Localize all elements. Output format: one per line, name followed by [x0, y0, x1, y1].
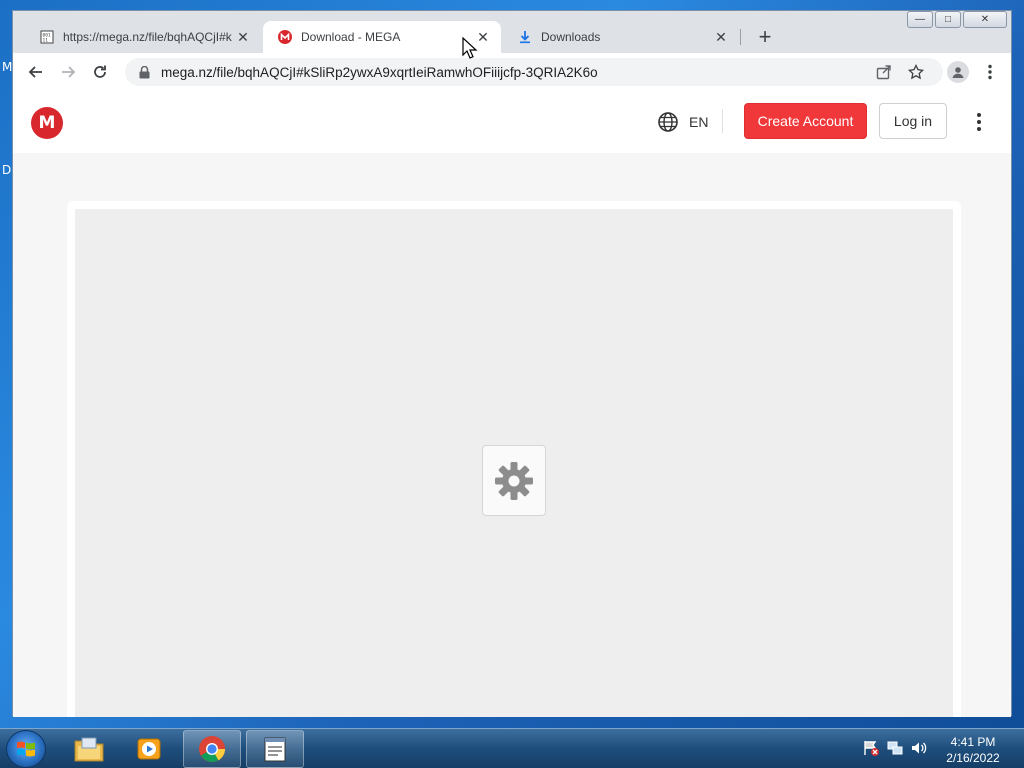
person-icon: [952, 67, 964, 78]
reload-button[interactable]: [88, 60, 112, 84]
header-divider: [722, 109, 723, 133]
new-tab-button[interactable]: +: [753, 24, 777, 49]
reload-icon: [94, 65, 106, 78]
start-button[interactable]: [6, 730, 46, 768]
page-icon: 001 11: [39, 29, 55, 45]
login-button[interactable]: Log in: [879, 103, 947, 139]
tab-downloads[interactable]: Downloads ✕: [503, 21, 739, 53]
tab-strip: 001 11 https://mega.nz/file/bqhAQCjI#k ✕ …: [13, 11, 1011, 53]
forward-button[interactable]: [56, 60, 80, 84]
web-page: M EN Create Account Log in: [13, 91, 1011, 717]
taskbar-media-player[interactable]: [120, 730, 178, 768]
create-account-button[interactable]: Create Account: [744, 103, 867, 139]
back-button[interactable]: [24, 60, 48, 84]
desktop-icon-label: M: [2, 60, 13, 74]
browser-window: 001 11 https://mega.nz/file/bqhAQCjI#k ✕ …: [12, 10, 1012, 717]
file-preview-card: [67, 201, 961, 717]
file-preview-area: [75, 209, 953, 717]
tab-mega-url[interactable]: 001 11 https://mega.nz/file/bqhAQCjI#k ✕: [25, 21, 261, 53]
taskbar-notepad[interactable]: [246, 730, 304, 768]
clock-time: 4:41 PM: [950, 735, 996, 749]
folder-icon: [74, 737, 104, 762]
close-window-button[interactable]: ✕: [963, 11, 1007, 28]
network-icon[interactable]: [886, 739, 904, 757]
vertical-dots-icon: [988, 64, 992, 80]
arrow-right-icon: [62, 66, 76, 78]
browser-toolbar: mega.nz/file/bqhAQCjI#kSliRp2ywxA9xqrtIe…: [13, 53, 1011, 91]
taskbar-explorer[interactable]: [60, 730, 118, 768]
media-player-icon: [137, 738, 161, 760]
window-controls: — □ ✕: [907, 11, 1007, 28]
action-center-flag-icon[interactable]: [862, 739, 880, 757]
volume-icon[interactable]: [910, 739, 928, 757]
taskbar-chrome[interactable]: [183, 730, 241, 768]
loading-indicator: [482, 445, 546, 516]
lock-icon[interactable]: [137, 65, 151, 79]
tab-title: https://mega.nz/file/bqhAQCjI#k: [63, 30, 232, 44]
tab-close-button[interactable]: ✕: [235, 29, 251, 45]
mega-logo[interactable]: M: [31, 107, 63, 139]
mega-icon: [277, 29, 293, 45]
site-menu-button[interactable]: [969, 109, 989, 135]
profile-avatar[interactable]: [947, 61, 969, 83]
tab-title: Download - MEGA: [301, 30, 401, 44]
notepad-icon: [264, 737, 286, 762]
maximize-button[interactable]: □: [935, 11, 961, 28]
browser-menu-button[interactable]: [979, 61, 1001, 83]
desktop-icon-label: D: [2, 163, 12, 177]
tab-title: Downloads: [541, 30, 601, 44]
menu-dot: [977, 127, 981, 131]
gear-icon: [495, 461, 533, 500]
share-icon[interactable]: [873, 61, 895, 83]
system-tray: [862, 739, 928, 757]
url-text[interactable]: mega.nz/file/bqhAQCjI#kSliRp2ywxA9xqrtIe…: [161, 65, 943, 80]
arrow-left-icon: [28, 66, 42, 78]
bookmark-star-icon[interactable]: [905, 61, 927, 83]
clock[interactable]: 4:41 PM 2/16/2022: [930, 734, 1016, 766]
minimize-button[interactable]: —: [907, 11, 933, 28]
tab-close-button[interactable]: ✕: [713, 29, 729, 45]
site-header: M EN Create Account Log in: [13, 91, 1011, 153]
language-selector[interactable]: EN: [657, 111, 708, 133]
windows-logo-icon: [17, 741, 35, 757]
language-code: EN: [689, 114, 709, 130]
chrome-icon: [199, 736, 226, 762]
menu-dot: [977, 120, 981, 124]
menu-dot: [977, 113, 981, 117]
taskbar: 4:41 PM 2/16/2022: [0, 728, 1024, 768]
mouse-cursor-icon: [462, 37, 478, 59]
svg-text:11: 11: [43, 38, 49, 44]
globe-icon: [658, 112, 678, 132]
address-bar[interactable]: mega.nz/file/bqhAQCjI#kSliRp2ywxA9xqrtIe…: [125, 58, 943, 86]
clock-date: 2/16/2022: [946, 751, 1000, 765]
tab-separator: [740, 29, 741, 45]
download-icon: [517, 29, 533, 45]
